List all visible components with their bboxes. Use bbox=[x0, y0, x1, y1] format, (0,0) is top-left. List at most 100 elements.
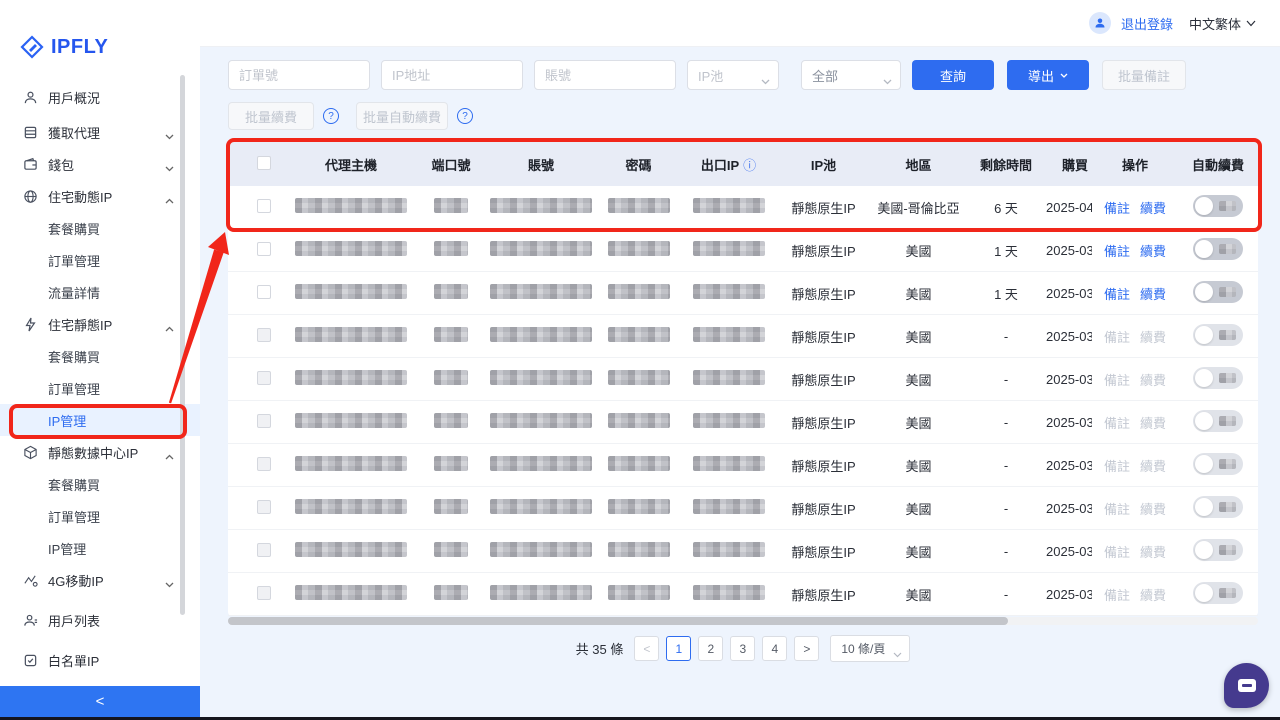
header-account: 賬號 bbox=[486, 155, 596, 174]
renew-link[interactable]: 續費 bbox=[1140, 499, 1166, 518]
chevron-down-icon bbox=[883, 73, 892, 88]
sidebar-item-4g-mobile-ip[interactable]: 4G移動IP bbox=[0, 564, 200, 596]
auto-renew-toggle[interactable] bbox=[1193, 324, 1243, 346]
batch-renew-button[interactable]: 批量續費 bbox=[228, 102, 314, 130]
batch-note-button[interactable]: 批量備註 bbox=[1102, 60, 1186, 90]
scrollbar-thumb[interactable] bbox=[228, 617, 1008, 625]
blurred-proxy-host bbox=[295, 413, 407, 428]
table-row: 靜態原生IP 美國 1 天 2025-03 備註續費 bbox=[228, 272, 1258, 315]
chat-widget-button[interactable] bbox=[1224, 663, 1269, 708]
table-header: 代理主機 端口號 賬號 密碼 出口IPⓘ IP池 地區 剩餘時間 購買 操作 自… bbox=[228, 142, 1258, 186]
row-checkbox[interactable] bbox=[257, 285, 271, 299]
batch-auto-renew-button[interactable]: 批量自動續費 bbox=[356, 102, 448, 130]
renew-link[interactable]: 續費 bbox=[1140, 370, 1166, 389]
next-page-button[interactable]: > bbox=[794, 636, 819, 661]
sidebar-item-residential-static-ip[interactable]: 住宅靜態IP bbox=[0, 308, 200, 340]
sidebar-item-package-purchase[interactable]: 套餐購買 bbox=[0, 468, 200, 500]
note-link[interactable]: 備註 bbox=[1104, 370, 1130, 389]
blurred-password bbox=[608, 370, 670, 385]
note-link[interactable]: 備註 bbox=[1104, 585, 1130, 604]
note-link[interactable]: 備註 bbox=[1104, 542, 1130, 561]
renew-link[interactable]: 續費 bbox=[1140, 284, 1166, 303]
sidebar-item-get-proxy[interactable]: 獲取代理 bbox=[0, 116, 200, 148]
status-select[interactable]: 全部 bbox=[801, 60, 901, 90]
note-link[interactable]: 備註 bbox=[1104, 413, 1130, 432]
page-button-2[interactable]: 2 bbox=[698, 636, 723, 661]
row-checkbox[interactable] bbox=[257, 328, 271, 342]
info-icon[interactable]: ⓘ bbox=[743, 158, 756, 173]
auto-renew-toggle[interactable] bbox=[1193, 410, 1243, 432]
row-checkbox[interactable] bbox=[257, 500, 271, 514]
note-link[interactable]: 備註 bbox=[1104, 456, 1130, 475]
auto-renew-toggle[interactable] bbox=[1193, 453, 1243, 475]
sidebar-item-order-management[interactable]: 訂單管理 bbox=[0, 244, 200, 276]
page-button-4[interactable]: 4 bbox=[762, 636, 787, 661]
blurred-proxy-host bbox=[295, 284, 407, 299]
search-button[interactable]: 查詢 bbox=[912, 60, 994, 90]
ipfly-logo-icon bbox=[20, 35, 44, 59]
sidebar-item-whitelist-ip[interactable]: 白名單IP bbox=[0, 644, 200, 676]
sidebar-item-wallet[interactable]: 錢包 bbox=[0, 148, 200, 180]
pool-cell: 靜態原生IP bbox=[776, 198, 871, 217]
auto-renew-toggle[interactable] bbox=[1193, 281, 1243, 303]
export-button[interactable]: 導出 bbox=[1007, 60, 1089, 90]
sidebar-item-order-management[interactable]: 訂單管理 bbox=[0, 500, 200, 532]
sidebar-item-order-management[interactable]: 訂單管理 bbox=[0, 372, 200, 404]
auto-renew-toggle[interactable] bbox=[1193, 367, 1243, 389]
renew-link[interactable]: 續費 bbox=[1140, 542, 1166, 561]
page-size-select[interactable]: 10 條/頁 bbox=[830, 635, 910, 662]
note-link[interactable]: 備註 bbox=[1104, 499, 1130, 518]
avatar[interactable] bbox=[1089, 12, 1111, 34]
account-input[interactable] bbox=[534, 60, 676, 90]
renew-link[interactable]: 續費 bbox=[1140, 585, 1166, 604]
note-link[interactable]: 備註 bbox=[1104, 198, 1130, 217]
sidebar-item-ip-management-active[interactable]: IP管理 bbox=[0, 404, 200, 436]
row-checkbox[interactable] bbox=[257, 242, 271, 256]
ip-address-input[interactable] bbox=[381, 60, 523, 90]
chevron-up-icon bbox=[165, 448, 174, 463]
note-link[interactable]: 備註 bbox=[1104, 284, 1130, 303]
logout-link[interactable]: 退出登錄 bbox=[1121, 14, 1173, 33]
renew-link[interactable]: 續費 bbox=[1140, 327, 1166, 346]
renew-link[interactable]: 續費 bbox=[1140, 413, 1166, 432]
order-number-input[interactable] bbox=[228, 60, 370, 90]
select-all-checkbox[interactable] bbox=[257, 156, 271, 170]
row-checkbox[interactable] bbox=[257, 586, 271, 600]
sidebar-item-residential-dynamic-ip[interactable]: 住宅動態IP bbox=[0, 180, 200, 212]
sidebar-item-package-purchase[interactable]: 套餐購買 bbox=[0, 340, 200, 372]
auto-renew-toggle[interactable] bbox=[1193, 582, 1243, 604]
sidebar-item-package-purchase[interactable]: 套餐購買 bbox=[0, 212, 200, 244]
sidebar-item-traffic-details[interactable]: 流量詳情 bbox=[0, 276, 200, 308]
blurred-port bbox=[434, 198, 468, 213]
auto-renew-toggle[interactable] bbox=[1193, 496, 1243, 518]
sidebar-collapse-button[interactable]: < bbox=[0, 686, 200, 717]
help-icon[interactable]: ? bbox=[457, 108, 473, 124]
sidebar-item-label: 錢包 bbox=[48, 155, 200, 174]
sidebar-scrollbar[interactable] bbox=[180, 75, 185, 615]
page-button-1[interactable]: 1 bbox=[666, 636, 691, 661]
page-button-3[interactable]: 3 bbox=[730, 636, 755, 661]
sidebar-item-static-datacenter-ip[interactable]: 靜態數據中心IP bbox=[0, 436, 200, 468]
row-checkbox[interactable] bbox=[257, 371, 271, 385]
sidebar-item-ip-management[interactable]: IP管理 bbox=[0, 532, 200, 564]
renew-link[interactable]: 續費 bbox=[1140, 241, 1166, 260]
prev-page-button[interactable]: < bbox=[634, 636, 659, 661]
row-checkbox[interactable] bbox=[257, 543, 271, 557]
renew-link[interactable]: 續費 bbox=[1140, 456, 1166, 475]
note-link[interactable]: 備註 bbox=[1104, 327, 1130, 346]
sidebar-item-user-overview[interactable]: 用戶概況 bbox=[0, 81, 200, 113]
auto-renew-toggle[interactable] bbox=[1193, 195, 1243, 217]
row-checkbox[interactable] bbox=[257, 457, 271, 471]
horizontal-scrollbar[interactable] bbox=[228, 617, 1258, 625]
region-cell: 美國 bbox=[871, 585, 966, 604]
row-checkbox[interactable] bbox=[257, 199, 271, 213]
ip-pool-select[interactable]: IP池 bbox=[687, 60, 779, 90]
language-selector[interactable]: 中文繁体 bbox=[1189, 14, 1256, 33]
note-link[interactable]: 備註 bbox=[1104, 241, 1130, 260]
auto-renew-toggle[interactable] bbox=[1193, 238, 1243, 260]
renew-link[interactable]: 續費 bbox=[1140, 198, 1166, 217]
help-icon[interactable]: ? bbox=[323, 108, 339, 124]
sidebar-item-user-list[interactable]: 用戶列表 bbox=[0, 604, 200, 636]
row-checkbox[interactable] bbox=[257, 414, 271, 428]
auto-renew-toggle[interactable] bbox=[1193, 539, 1243, 561]
